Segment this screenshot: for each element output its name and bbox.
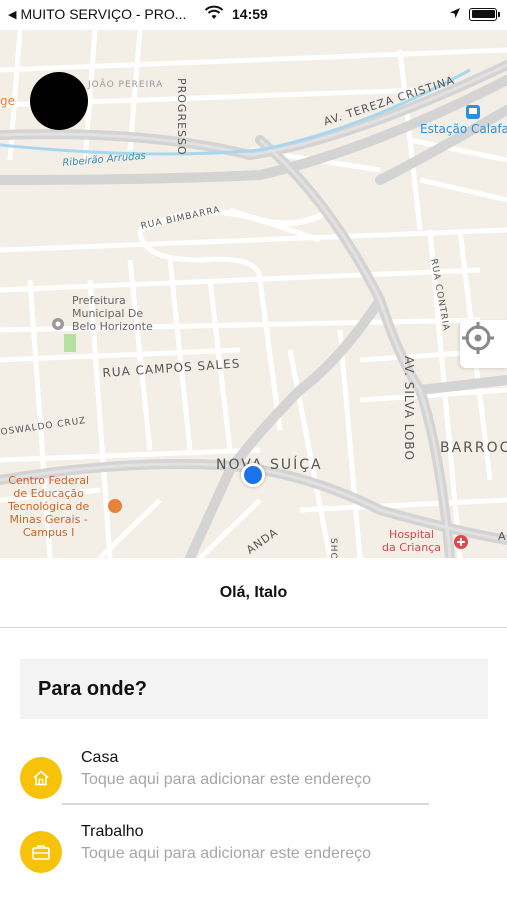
briefcase-icon	[20, 831, 62, 873]
battery-icon	[469, 7, 500, 21]
avatar[interactable]	[30, 72, 88, 130]
places-divider	[62, 803, 429, 805]
greeting-text: Olá, Italo	[0, 558, 507, 628]
saved-place-home[interactable]: Casa Toque aqui para adicionar este ende…	[20, 749, 490, 809]
back-to-app[interactable]: ◀ MUITO SERVIÇO - PRO...	[8, 6, 186, 22]
place-subtitle: Toque aqui para adicionar este endereço	[81, 771, 371, 788]
where-to-label: Para onde?	[38, 677, 147, 700]
map-label-barroca: BARROCA	[440, 440, 507, 456]
map-label-cefet: Centro Federal de Educação Tecnológica d…	[8, 474, 90, 539]
where-to-search-button[interactable]: Para onde?	[20, 659, 488, 719]
map-label-progresso: PROGRESSO	[175, 78, 188, 156]
place-subtitle: Toque aqui para adicionar este endereço	[81, 845, 371, 862]
status-bar: ◀ MUITO SERVIÇO - PRO... 14:59	[0, 0, 507, 30]
locate-me-button[interactable]	[460, 320, 507, 368]
user-location-marker	[241, 463, 265, 487]
map-label-nova-suica: NOVA SUÍÇA	[216, 457, 323, 473]
location-arrow-icon	[449, 6, 461, 22]
map-label-sho: SHO	[328, 538, 338, 558]
map-label-estacao: Estação Calafate	[420, 122, 507, 136]
map-label-hospital: Hospital da Criança	[382, 528, 441, 554]
crosshair-icon	[462, 322, 494, 354]
map-label-silva-lobo: AV. SILVA LOBO	[402, 356, 416, 461]
status-time: 14:59	[232, 6, 268, 22]
map-view[interactable]: PROGRESSO JOÃO PEREIRA ge AV. TEREZA CRI…	[0, 30, 507, 558]
place-title: Casa	[81, 749, 119, 766]
place-title: Trabalho	[81, 823, 144, 840]
home-icon	[20, 757, 62, 799]
map-label-a: A	[498, 530, 507, 543]
wifi-icon	[204, 5, 224, 24]
map-label-joao-pereira: JOÃO PEREIRA	[88, 80, 164, 90]
back-app-label: MUITO SERVIÇO - PRO...	[20, 6, 187, 22]
map-label-ge: ge	[0, 94, 15, 108]
map-label-prefeitura: Prefeitura Municipal De Belo Horizonte	[72, 294, 153, 333]
saved-place-work[interactable]: Trabalho Toque aqui para adicionar este …	[20, 823, 490, 883]
back-arrow-icon: ◀	[8, 8, 17, 21]
